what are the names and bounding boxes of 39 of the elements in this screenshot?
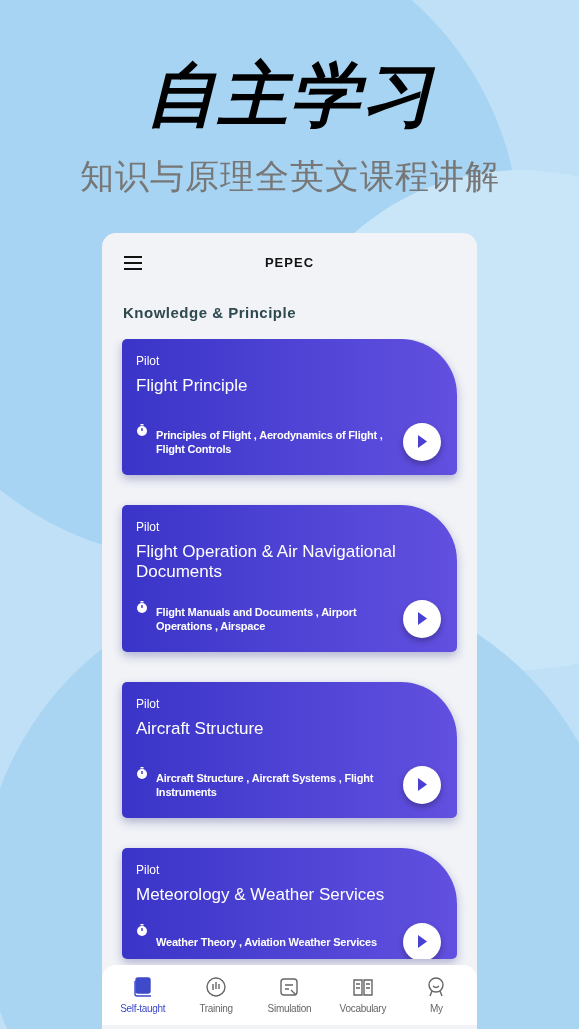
course-category: Pilot: [136, 695, 161, 713]
play-icon: [417, 778, 427, 791]
headline: 自主学习: [145, 55, 434, 136]
stopwatch-icon: [136, 766, 148, 779]
stopwatch-icon: [136, 600, 148, 613]
course-topics: Weather Theory , Aviation Weather Services: [156, 934, 378, 949]
course-category: Pilot: [136, 518, 161, 536]
app-title: PEPEC: [263, 254, 316, 273]
play-icon: [417, 435, 427, 448]
course-card[interactable]: Pilot Flight Operation & Air Navigational Documents Flight Manuals and Documents , Airport Operations , Airspace: [122, 504, 457, 652]
play-icon: [417, 935, 427, 948]
nav-tab[interactable]: Vocabulary: [327, 974, 398, 1025]
course-topics: Aircraft Structure , Aircraft Systems , Flight Instruments: [156, 770, 375, 799]
nav-tab[interactable]: My: [401, 974, 472, 1025]
course-topics: Principles of Flight , Aerodynamics of Flight , Flight Controls: [156, 427, 384, 456]
course-topics: Flight Manuals and Documents , Airport Operations , Airspace: [156, 604, 358, 633]
course-title: Aircraft Structure: [136, 718, 265, 739]
nav-tab[interactable]: Training: [181, 974, 252, 1025]
course-title: Flight Operation & Air Navigational Documents: [136, 541, 397, 582]
section-title: Knowledge & Principle: [122, 303, 298, 323]
stopwatch-icon: [136, 423, 148, 436]
subtitle: 知识与原理全英文课程讲解: [79, 156, 500, 197]
menu-icon[interactable]: [124, 256, 142, 270]
play-button[interactable]: [403, 922, 441, 959]
audio-wave-icon: [204, 974, 229, 999]
play-button[interactable]: [403, 422, 441, 461]
course-category: Pilot: [136, 861, 161, 879]
course-card[interactable]: Pilot Meteorology & Weather Services Weather Theory , Aviation Weather Services: [122, 847, 457, 959]
course-title: Flight Principle: [136, 375, 249, 396]
play-button[interactable]: [403, 599, 441, 638]
play-button[interactable]: [403, 765, 441, 804]
stopwatch-icon: [136, 923, 148, 936]
course-card[interactable]: Pilot Flight Principle Principles of Flight , Aerodynamics of Flight , Flight Controls: [122, 338, 457, 475]
course-card[interactable]: Pilot Aircraft Structure Aircraft Structure , Aircraft Systems , Flight Instruments: [122, 681, 457, 818]
course-title: Meteorology & Weather Services: [136, 884, 386, 905]
course-category: Pilot: [136, 352, 161, 370]
nav-tab[interactable]: Self-taught: [107, 974, 178, 1025]
play-icon: [417, 612, 427, 625]
nav-tab[interactable]: Simulation: [254, 974, 325, 1025]
